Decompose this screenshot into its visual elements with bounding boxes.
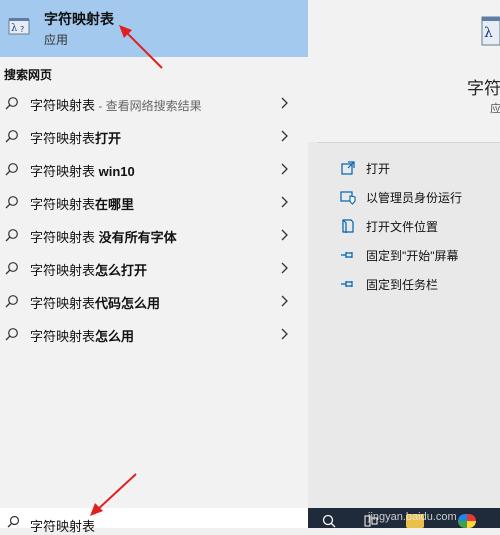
suggestion-bold: 代码怎么用 xyxy=(95,296,161,311)
chevron-right-icon[interactable] xyxy=(279,129,289,143)
suggestion-prefix: 字符映射表 xyxy=(30,164,99,179)
web-suggestion-item[interactable]: 字符映射表代码怎么用 xyxy=(0,285,308,318)
svg-text:?: ? xyxy=(20,25,24,34)
best-match-app-name: 字符映射表 xyxy=(44,11,114,27)
chevron-right-icon[interactable] xyxy=(279,294,289,308)
details-app-type: 应 xyxy=(490,103,500,115)
details-app-name: 字符 xyxy=(467,79,500,98)
suggestion-prefix: 字符映射表 xyxy=(30,131,96,146)
suggestion-text: 字符映射表怎么用 xyxy=(30,326,134,345)
chrome-icon[interactable] xyxy=(458,514,476,528)
chevron-right-icon[interactable] xyxy=(279,96,289,110)
action-run-as-admin[interactable]: 以管理员身份运行 xyxy=(340,185,500,209)
action-label: 固定到"开始"屏幕 xyxy=(366,249,459,263)
suggestion-hint: - 查看网络搜索结果 xyxy=(95,99,202,113)
suggestion-prefix: 字符映射表 xyxy=(30,329,96,344)
search-icon xyxy=(5,295,18,308)
action-open[interactable]: 打开 xyxy=(340,156,500,180)
svg-text:λ: λ xyxy=(11,23,18,34)
suggestion-text: 字符映射表代码怎么用 xyxy=(30,293,160,312)
taskbar-search-icon[interactable] xyxy=(322,514,336,528)
suggestion-text: 字符映射表在哪里 xyxy=(30,194,134,213)
chevron-right-icon[interactable] xyxy=(279,261,289,275)
suggestion-prefix: 字符映射表 xyxy=(30,230,99,245)
suggestion-prefix: 字符映射表 xyxy=(30,296,96,311)
suggestion-prefix: 字符映射表 xyxy=(30,197,96,212)
suggestion-bold: 怎么打开 xyxy=(95,263,148,278)
chevron-right-icon[interactable] xyxy=(279,228,289,242)
search-icon xyxy=(5,328,18,341)
suggestion-prefix: 字符映射表 xyxy=(30,98,96,113)
search-results-panel: λ ? 字符映射表 应用 搜索网页 字符映射表 - 查看网络搜索结果 字符映射表打… xyxy=(0,0,308,508)
action-pin-to-start[interactable]: 固定到"开始"屏幕 xyxy=(340,243,500,267)
best-match-app-type: 应用 xyxy=(44,33,69,47)
web-search-section-label: 搜索网页 xyxy=(4,68,53,82)
shield-icon xyxy=(340,191,356,205)
chevron-right-icon[interactable] xyxy=(279,195,289,209)
web-suggestion-item[interactable]: 字符映射表 - 查看网络搜索结果 xyxy=(0,87,308,120)
best-match-item[interactable]: λ ? 字符映射表 应用 xyxy=(0,0,308,57)
search-input[interactable]: 字符映射表 xyxy=(30,516,95,535)
action-label: 打开文件位置 xyxy=(366,220,439,234)
suggestion-text: 字符映射表 没有所有字体 xyxy=(30,227,177,246)
suggestion-text: 字符映射表 - 查看网络搜索结果 xyxy=(30,95,202,114)
suggestion-bold: 怎么用 xyxy=(95,329,135,344)
web-suggestion-item[interactable]: 字符映射表 没有所有字体 xyxy=(0,219,308,252)
watermark: jingyan.baidu.com xyxy=(368,511,457,523)
web-suggestion-item[interactable]: 字符映射表 win10 xyxy=(0,153,308,186)
chevron-right-icon[interactable] xyxy=(279,327,289,341)
search-icon xyxy=(7,515,20,528)
search-icon xyxy=(5,163,18,176)
search-icon xyxy=(5,229,18,242)
suggestion-prefix: 字符映射表 xyxy=(30,263,96,278)
suggestion-bold: 打开 xyxy=(95,131,122,146)
chevron-right-icon[interactable] xyxy=(279,162,289,176)
web-suggestion-item[interactable]: 字符映射表怎么用 xyxy=(0,318,308,351)
suggestion-bold: win10 xyxy=(98,164,135,179)
pin-icon xyxy=(341,281,353,287)
action-label: 打开 xyxy=(366,162,391,176)
web-suggestion-item[interactable]: 字符映射表打开 xyxy=(0,120,308,153)
character-map-large-icon: λ xyxy=(481,16,500,46)
web-suggestion-item[interactable]: 字符映射表在哪里 xyxy=(0,186,308,219)
search-box[interactable]: 字符映射表 xyxy=(0,508,308,534)
search-icon xyxy=(5,262,18,275)
open-icon xyxy=(341,161,355,175)
divider xyxy=(318,142,500,143)
web-suggestion-item[interactable]: 字符映射表怎么打开 xyxy=(0,252,308,285)
pin-icon xyxy=(341,252,353,258)
action-pin-to-taskbar[interactable]: 固定到任务栏 xyxy=(340,272,500,296)
taskbar: jingyan.baidu.com xyxy=(308,508,500,528)
file-location-icon xyxy=(342,219,354,233)
search-icon xyxy=(5,97,18,110)
suggestion-text: 字符映射表怎么打开 xyxy=(30,260,147,279)
suggestion-bold: 在哪里 xyxy=(95,197,135,212)
search-icon xyxy=(5,130,18,143)
suggestion-text: 字符映射表 win10 xyxy=(30,161,135,180)
action-label: 固定到任务栏 xyxy=(366,278,439,292)
svg-text:λ: λ xyxy=(484,25,493,41)
suggestion-text: 字符映射表打开 xyxy=(30,128,121,147)
action-label: 以管理员身份运行 xyxy=(366,191,463,205)
suggestion-bold: 没有所有字体 xyxy=(98,230,177,245)
character-map-icon: λ ? xyxy=(8,18,30,35)
search-icon xyxy=(5,196,18,209)
action-open-file-location[interactable]: 打开文件位置 xyxy=(340,214,500,238)
app-details-header xyxy=(308,0,500,142)
